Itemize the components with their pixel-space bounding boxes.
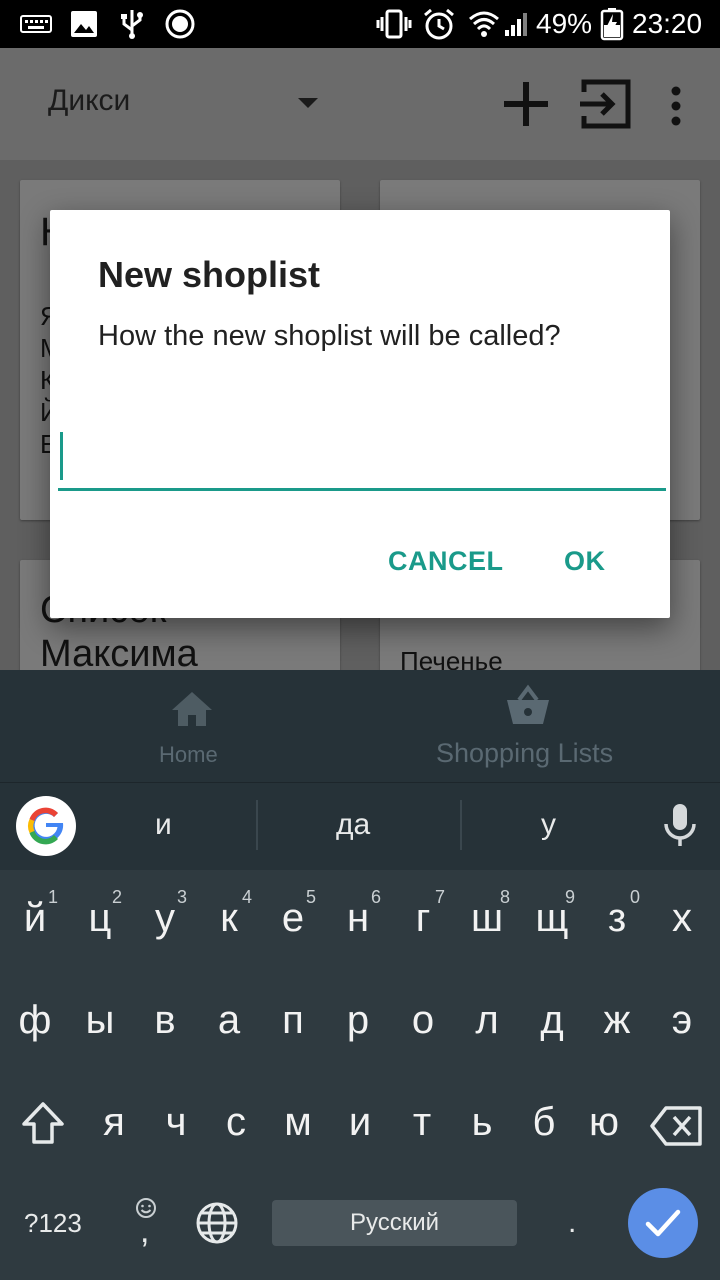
key-hint: 1: [48, 887, 59, 907]
backspace-icon[interactable]: [650, 1106, 704, 1151]
store-selector-label[interactable]: Дикси: [48, 84, 130, 118]
status-bar: 49% 23:20: [0, 0, 720, 48]
suggestion-2[interactable]: да: [336, 808, 370, 842]
key[interactable]: ы: [68, 998, 132, 1043]
key[interactable]: л: [455, 998, 519, 1043]
wifi-icon: [468, 0, 500, 48]
key[interactable]: о: [391, 998, 455, 1043]
suggestion-divider: [256, 800, 258, 850]
suggestion-3[interactable]: у: [541, 808, 556, 842]
signal-icon: [504, 0, 530, 48]
suggestion-divider: [460, 800, 462, 850]
alarm-icon: [422, 0, 456, 48]
cancel-button[interactable]: CANCEL: [388, 546, 504, 577]
card-item: Печенье: [400, 646, 503, 670]
key-hint: 4: [242, 887, 253, 907]
checkmark-icon: [645, 1209, 681, 1237]
more-options-icon[interactable]: [660, 82, 692, 130]
key[interactable]: ь: [450, 1100, 514, 1145]
key[interactable]: и: [328, 1100, 392, 1145]
suggestion-1[interactable]: и: [155, 808, 172, 842]
key[interactable]: ч: [144, 1100, 208, 1145]
key[interactable]: б: [512, 1100, 576, 1145]
key[interactable]: ц: [68, 896, 132, 941]
period-key[interactable]: .: [568, 1206, 576, 1240]
shopping-basket-icon[interactable]: [505, 684, 551, 731]
key-hint: 2: [112, 887, 123, 907]
symbols-key[interactable]: ?123: [24, 1208, 82, 1239]
clock: 23:20: [632, 8, 703, 39]
new-shoplist-dialog: New shoplist How the new shoplist will b…: [50, 210, 670, 618]
exit-to-app-icon[interactable]: [578, 76, 634, 132]
nav-home-label[interactable]: Home: [159, 742, 218, 768]
keyboard-icon: [20, 0, 52, 48]
add-icon[interactable]: [500, 78, 552, 130]
key[interactable]: т: [390, 1100, 454, 1145]
key-hint: 3: [177, 887, 188, 907]
dialog-message: How the new shoplist will be called?: [98, 320, 561, 352]
key[interactable]: а: [197, 998, 261, 1043]
key[interactable]: м: [266, 1100, 330, 1145]
key[interactable]: я: [82, 1100, 146, 1145]
key-hint: 7: [435, 887, 446, 907]
microphone-icon[interactable]: [662, 802, 698, 850]
key[interactable]: ф: [3, 998, 67, 1043]
enter-button[interactable]: [628, 1188, 698, 1258]
key[interactable]: э: [650, 998, 714, 1043]
key[interactable]: ж: [585, 998, 649, 1043]
key[interactable]: ю: [572, 1100, 636, 1145]
key[interactable]: р: [326, 998, 390, 1043]
key[interactable]: в: [133, 998, 197, 1043]
image-icon: [70, 0, 98, 48]
shoplist-name-input[interactable]: [58, 430, 666, 491]
key-hint: 9: [565, 887, 576, 907]
key[interactable]: х: [650, 896, 714, 941]
battery-charging-icon: [600, 0, 624, 48]
home-icon[interactable]: [170, 690, 214, 733]
space-bar[interactable]: Русский: [272, 1200, 517, 1246]
globe-icon[interactable]: [194, 1200, 240, 1251]
key-hint: 6: [371, 887, 382, 907]
key[interactable]: п: [261, 998, 325, 1043]
text-cursor: [60, 432, 63, 480]
key-hint: 5: [306, 887, 317, 907]
shift-icon[interactable]: [20, 1100, 66, 1151]
dialog-title: New shoplist: [98, 254, 321, 295]
key[interactable]: д: [520, 998, 584, 1043]
comma-key[interactable]: ,: [140, 1212, 149, 1251]
vibrate-icon: [376, 0, 412, 48]
key[interactable]: с: [204, 1100, 268, 1145]
google-icon[interactable]: [16, 796, 76, 856]
key[interactable]: г: [391, 896, 455, 941]
ok-button[interactable]: OK: [564, 546, 606, 577]
record-icon: [164, 0, 196, 48]
key-hint: 8: [500, 887, 511, 907]
battery-percent: 49%: [536, 8, 593, 39]
usb-icon: [118, 0, 146, 48]
bottom-navigation: Home Shopping Lists: [0, 670, 720, 782]
key-hint: 0: [630, 887, 641, 907]
key[interactable]: у: [133, 896, 197, 941]
dropdown-arrow-icon[interactable]: [298, 98, 318, 108]
nav-shopping-lists-label[interactable]: Shopping Lists: [436, 738, 613, 769]
